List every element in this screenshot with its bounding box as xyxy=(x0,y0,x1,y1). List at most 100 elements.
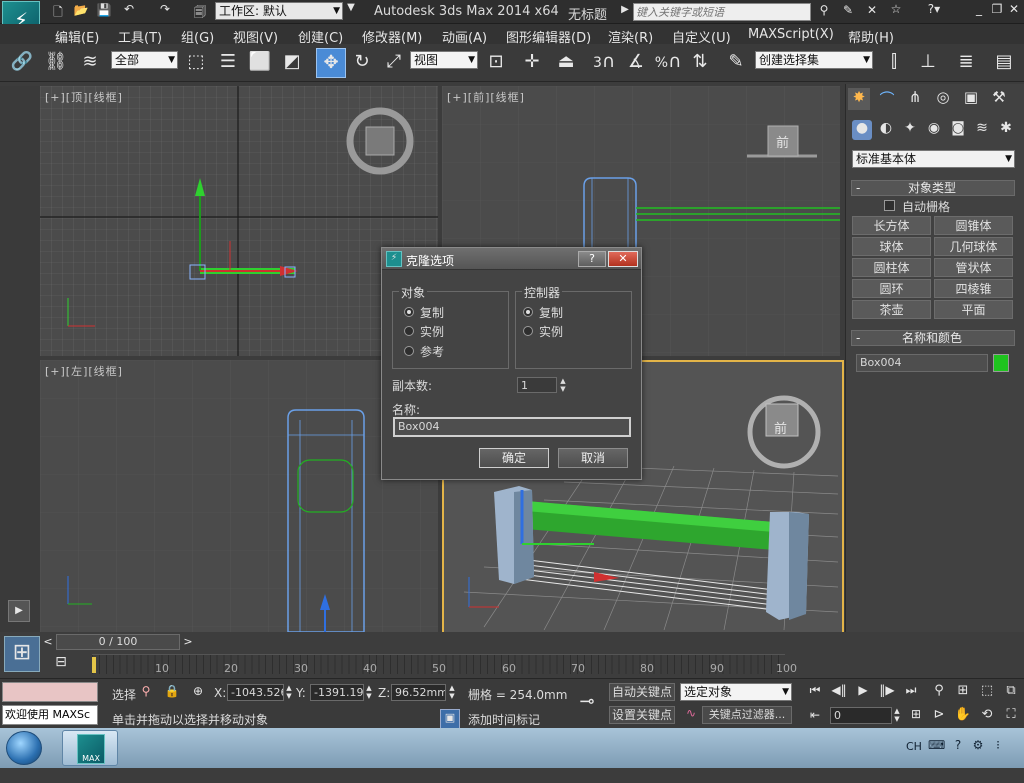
object-color-swatch[interactable] xyxy=(993,354,1009,372)
graphite-tools-icon[interactable]: ▤ xyxy=(990,48,1018,76)
viewport-layout-expand-icon[interactable]: ▶ xyxy=(8,600,30,622)
select-object-icon[interactable]: ⬚ xyxy=(182,48,210,76)
x-coord-field[interactable]: -1043.526 xyxy=(227,684,284,701)
cameras-icon[interactable]: ◉ xyxy=(924,120,944,136)
object-type-rollout[interactable]: - 对象类型 xyxy=(851,180,1015,196)
systems-icon[interactable]: ✱ xyxy=(996,120,1016,136)
project-folder-icon[interactable]: 🗐 xyxy=(192,3,208,24)
keyboard-shortcut-icon[interactable]: ⏏ xyxy=(552,48,580,76)
set-key-mode-icon[interactable]: ⊸ xyxy=(570,685,604,721)
window-crossing-icon[interactable]: ◩ xyxy=(278,48,306,76)
object-copy-radio[interactable] xyxy=(404,307,414,317)
shapes-icon[interactable]: ◐ xyxy=(876,120,896,136)
curve-editor-icon[interactable]: ⊟ xyxy=(50,654,72,670)
keyboard-tray-icon[interactable]: ⌨ xyxy=(928,738,945,752)
edit-named-selection-icon[interactable]: ✎ xyxy=(722,48,750,76)
mirror-icon[interactable]: ⫿ xyxy=(880,48,908,76)
manipulate-icon[interactable]: ✛ xyxy=(518,48,546,76)
time-slider-prev-icon[interactable]: < xyxy=(42,635,54,648)
x-spinner-icon[interactable]: ▲ ▼ xyxy=(285,684,293,700)
y-spinner-icon[interactable]: ▲ ▼ xyxy=(365,684,373,700)
lights-icon[interactable]: ✦ xyxy=(900,120,920,136)
current-frame-marker[interactable] xyxy=(92,657,96,673)
viewcube-persp-label[interactable]: 前 xyxy=(774,418,787,437)
viewport-left[interactable]: [+][左][线框] xyxy=(40,360,438,632)
select-and-rotate-icon[interactable]: ↻ xyxy=(348,48,376,76)
pyramid-button[interactable]: 四棱锥 xyxy=(934,279,1013,298)
selection-filter-select[interactable]: 全部 ▼ xyxy=(111,51,178,69)
menu-maxscript[interactable]: MAXScript(X) xyxy=(748,27,834,42)
pivot-center-icon[interactable]: ⊡ xyxy=(482,48,510,76)
cylinder-button[interactable]: 圆柱体 xyxy=(852,258,931,277)
workspace-select[interactable]: 工作区: 默认 ▼ xyxy=(215,2,343,20)
controller-instance-label[interactable]: 实例 xyxy=(539,323,563,340)
viewcube-front-label[interactable]: 前 xyxy=(776,132,789,151)
viewcube-top-icon[interactable] xyxy=(366,127,394,155)
help-icon[interactable]: ?▾ xyxy=(922,2,946,16)
maxscript-welcome-field[interactable]: 欢迎使用 MAXSc xyxy=(2,705,98,725)
copies-field[interactable]: 1 xyxy=(517,377,557,393)
taskbar-3dsmax-button[interactable]: MAX xyxy=(62,730,118,766)
align-icon[interactable]: ⊥ xyxy=(914,48,942,76)
pan-icon[interactable]: ✋ xyxy=(954,707,972,722)
time-config-icon[interactable]: ⊞ xyxy=(907,707,925,721)
close-icon[interactable]: ✕ xyxy=(1007,2,1021,16)
time-slider-next-icon[interactable]: > xyxy=(182,635,194,648)
viewport-left-label[interactable]: [+][左][线框] xyxy=(45,363,123,379)
dialog-help-button[interactable]: ? xyxy=(578,251,606,267)
reference-coord-select[interactable]: 视图 ▼ xyxy=(410,51,478,69)
object-name-field[interactable]: Box004 xyxy=(856,354,988,372)
zoom-extents-icon[interactable]: ⬚ xyxy=(978,683,996,698)
display-tab-icon[interactable]: ▣ xyxy=(960,88,982,106)
rect-selection-icon[interactable]: ⬜ xyxy=(246,48,274,76)
search-expand-icon[interactable]: ▶ xyxy=(620,4,630,15)
current-frame-field[interactable]: 0 xyxy=(830,707,892,724)
restore-icon[interactable]: ❐ xyxy=(990,2,1004,16)
object-reference-radio[interactable] xyxy=(404,346,414,356)
isolate-selection-icon[interactable]: ⚲ xyxy=(138,684,154,698)
object-instance-radio[interactable] xyxy=(404,326,414,336)
undo-icon[interactable]: ↶ xyxy=(120,2,138,16)
controller-copy-radio[interactable] xyxy=(523,307,533,317)
viewport-top-label[interactable]: [+][顶][线框] xyxy=(45,89,123,105)
key-filters-button[interactable]: 关键点过滤器... xyxy=(702,706,792,724)
goto-start-icon[interactable]: ⏮ xyxy=(806,683,824,698)
add-time-tag-label[interactable]: 添加时间标记 xyxy=(468,711,540,728)
ok-button[interactable]: 确定 xyxy=(479,448,549,468)
name-color-rollout[interactable]: - 名称和颜色 xyxy=(851,330,1015,346)
next-frame-icon[interactable]: ‖▶ xyxy=(878,683,896,697)
time-slider[interactable]: 0 / 100 xyxy=(56,634,180,650)
controller-copy-label[interactable]: 复制 xyxy=(539,304,563,321)
dialog-close-button[interactable]: ✕ xyxy=(608,251,638,267)
copies-spinner-icon[interactable]: ▲ ▼ xyxy=(558,377,568,393)
named-selection-select[interactable]: 创建选择集 ▼ xyxy=(755,51,873,69)
save-icon[interactable]: 💾 xyxy=(96,3,112,17)
layer-manager-icon[interactable]: ≣ xyxy=(952,48,980,76)
zoom-icon[interactable]: ⚲ xyxy=(930,683,948,698)
redo-icon[interactable]: ↷ xyxy=(156,2,174,16)
absolute-mode-icon[interactable]: ⊕ xyxy=(190,684,206,698)
cone-button[interactable]: 圆锥体 xyxy=(934,216,1013,235)
quick-access-menu-icon[interactable]: ▼ xyxy=(345,2,357,13)
z-spinner-icon[interactable]: ▲ ▼ xyxy=(448,684,456,700)
auto-key-button[interactable]: 自动关键点 xyxy=(609,683,675,701)
frame-spinner-icon[interactable]: ▲ ▼ xyxy=(893,707,901,723)
field-of-view-icon[interactable]: ⊳ xyxy=(930,707,948,722)
communication-icon[interactable]: ✕ xyxy=(864,3,880,17)
zoom-extents-all-icon[interactable]: ⧉ xyxy=(1002,683,1020,698)
new-file-icon[interactable]: 🗋 xyxy=(50,3,66,24)
orbit-icon[interactable]: ⟲ xyxy=(978,707,996,722)
start-button-icon[interactable] xyxy=(6,731,42,765)
select-link-icon[interactable]: 🔗 xyxy=(8,48,36,76)
z-coord-field[interactable]: 96.52mm xyxy=(391,684,446,701)
unlink-icon[interactable]: ⛓ xyxy=(42,48,70,76)
geometry-icon[interactable]: ● xyxy=(852,120,872,140)
auto-grid-checkbox[interactable] xyxy=(884,200,895,211)
object-reference-label[interactable]: 参考 xyxy=(420,343,444,360)
set-key-button[interactable]: 设置关键点 xyxy=(609,706,675,724)
primitive-category-select[interactable]: 标准基本体 ▼ xyxy=(852,150,1015,168)
select-and-scale-icon[interactable]: ⤢ xyxy=(380,48,408,76)
hierarchy-tab-icon[interactable]: ⋔ xyxy=(904,88,926,106)
binoculars-icon[interactable]: ⚲ xyxy=(816,3,832,17)
viewport-top[interactable]: [+][顶][线框] xyxy=(40,86,438,356)
